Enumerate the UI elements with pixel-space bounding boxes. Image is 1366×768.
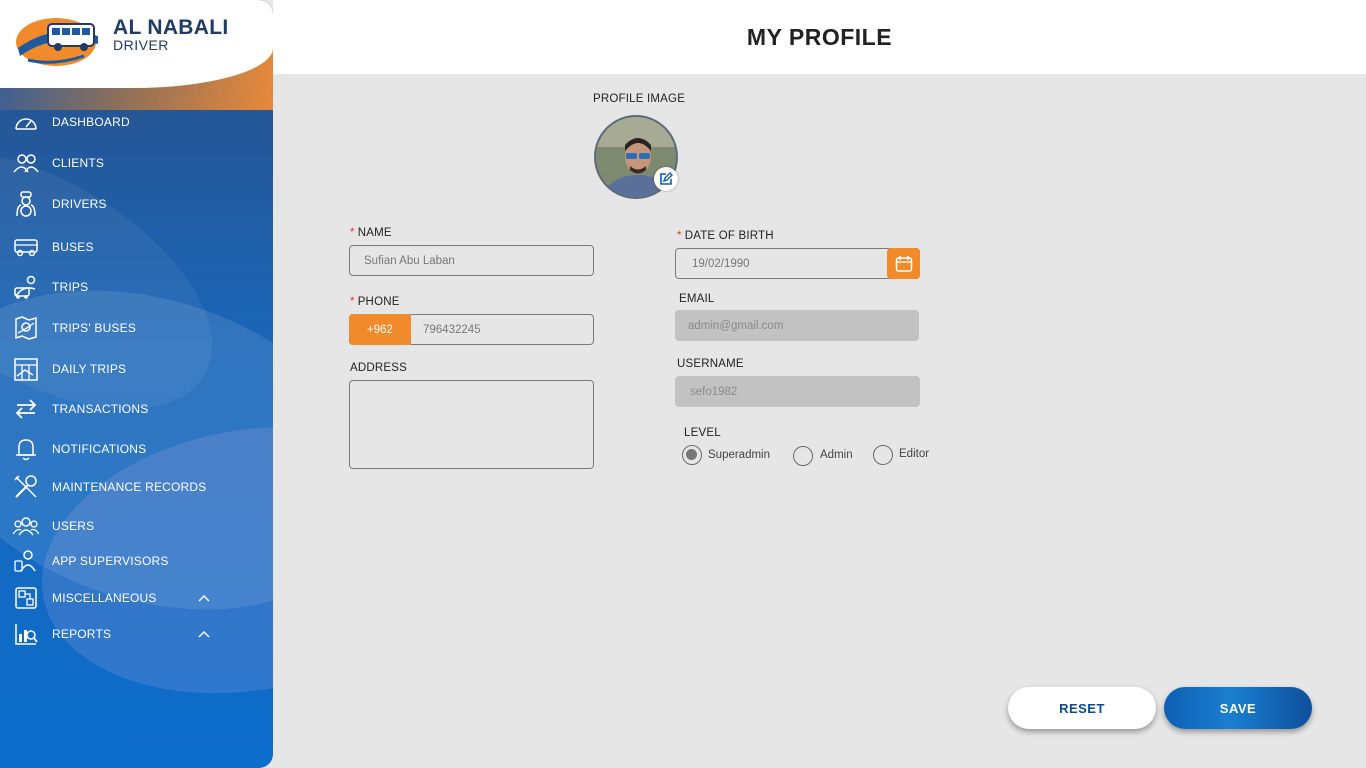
dob-label: * DATE OF BIRTH <box>677 230 774 242</box>
address-textarea[interactable] <box>349 380 594 469</box>
reports-icon <box>12 621 40 647</box>
level-option-label: Superadmin <box>708 449 771 461</box>
save-button[interactable]: SAVE <box>1164 687 1312 729</box>
driver-icon <box>12 191 40 217</box>
chevron-up-icon[interactable] <box>198 589 210 607</box>
name-label-text: NAME <box>357 227 392 239</box>
phone-country-code[interactable]: +962 <box>349 314 411 345</box>
sidebar-item-transactions[interactable]: TRANSACTIONS <box>12 394 262 424</box>
sidebar-item-label: REPORTS <box>52 627 112 641</box>
clients-icon <box>12 150 40 176</box>
required-mark: * <box>350 227 355 239</box>
chevron-up-icon[interactable] <box>198 625 210 643</box>
miscellaneous-icon <box>12 585 40 611</box>
phone-label: * PHONE <box>350 296 400 308</box>
sidebar-item-label: CLIENTS <box>52 156 105 170</box>
required-mark: * <box>677 230 682 242</box>
sidebar-item-label: APP SUPERVISORS <box>52 554 169 568</box>
level-radio-admin[interactable] <box>793 446 813 466</box>
dob-field[interactable]: 19/02/1990 <box>675 248 920 279</box>
sidebar-item-label: DAILY TRIPS <box>52 362 127 376</box>
calendar-icon <box>895 255 912 272</box>
users-icon <box>12 513 40 539</box>
profile-image-label: PROFILE IMAGE <box>593 93 686 105</box>
sidebar: AL NABALI DRIVER DASHBOARD CLIENTS DRIVE… <box>0 0 273 768</box>
edit-icon <box>660 172 673 185</box>
page-header: MY PROFILE <box>273 0 1366 74</box>
sidebar-item-drivers[interactable]: DRIVERS <box>12 189 262 219</box>
level-option-label: Editor <box>899 448 930 460</box>
dob-label-text: DATE OF BIRTH <box>684 230 774 242</box>
daily-trips-icon <box>12 356 40 382</box>
sidebar-item-clients[interactable]: CLIENTS <box>12 148 262 178</box>
sidebar-item-daily-trips[interactable]: DAILY TRIPS <box>12 354 262 384</box>
trips-buses-icon <box>12 315 40 341</box>
name-field[interactable]: Sufian Abu Laban <box>349 245 594 276</box>
username-field: sefo1982 <box>675 376 920 407</box>
required-mark: * <box>350 296 355 308</box>
bell-icon <box>12 436 40 462</box>
sidebar-item-label: DRIVERS <box>52 197 107 211</box>
address-label: ADDRESS <box>350 362 407 374</box>
level-label: LEVEL <box>684 427 721 439</box>
transactions-icon <box>12 396 40 422</box>
page-title: MY PROFILE <box>746 24 893 50</box>
sidebar-item-label: DASHBOARD <box>52 115 130 129</box>
sidebar-item-label: MISCELLANEOUS <box>52 591 157 605</box>
email-label: EMAIL <box>679 293 715 305</box>
level-radio-editor[interactable] <box>873 445 893 465</box>
sidebar-item-label: TRIPS <box>52 280 89 294</box>
sidebar-item-trips[interactable]: TRIPS <box>12 272 262 302</box>
level-option-label: Admin <box>820 449 853 461</box>
sidebar-item-notifications[interactable]: NOTIFICATIONS <box>12 434 262 464</box>
name-label: * NAME <box>350 227 392 239</box>
speedometer-icon <box>12 109 40 135</box>
sidebar-item-label: USERS <box>52 519 95 533</box>
sidebar-item-label: TRANSACTIONS <box>52 402 149 416</box>
sidebar-item-dashboard[interactable]: DASHBOARD <box>12 107 262 137</box>
edit-image-button[interactable] <box>654 167 678 191</box>
sidebar-item-miscellaneous[interactable]: MISCELLANEOUS <box>12 583 262 613</box>
trips-icon <box>12 274 40 300</box>
sidebar-item-label: NOTIFICATIONS <box>52 442 147 456</box>
supervisors-icon <box>12 548 40 574</box>
brand-subtitle: DRIVER <box>113 37 169 53</box>
sidebar-item-label: MAINTENANCE RECORDS <box>52 480 207 494</box>
bus-icon <box>12 234 40 260</box>
sidebar-item-users[interactable]: USERS <box>12 511 262 541</box>
sidebar-item-reports[interactable]: REPORTS <box>12 619 262 649</box>
sidebar-item-buses[interactable]: BUSES <box>12 232 262 262</box>
reset-button[interactable]: RESET <box>1008 687 1156 729</box>
sidebar-item-label: TRIPS' BUSES <box>52 321 137 335</box>
sidebar-item-label: BUSES <box>52 240 94 254</box>
email-field: admin@gmail.com <box>675 310 919 341</box>
username-label: USERNAME <box>677 358 744 370</box>
sidebar-item-app-supervisors[interactable]: APP SUPERVISORS <box>12 546 262 576</box>
phone-label-text: PHONE <box>357 296 400 308</box>
bus-logo-icon <box>16 18 98 66</box>
tools-icon <box>12 474 40 500</box>
calendar-button[interactable] <box>887 248 920 279</box>
sidebar-item-maintenance-records[interactable]: MAINTENANCE RECORDS <box>12 472 262 502</box>
sidebar-item-trips-buses[interactable]: TRIPS' BUSES <box>12 313 262 343</box>
level-radio-superadmin[interactable] <box>682 445 702 465</box>
